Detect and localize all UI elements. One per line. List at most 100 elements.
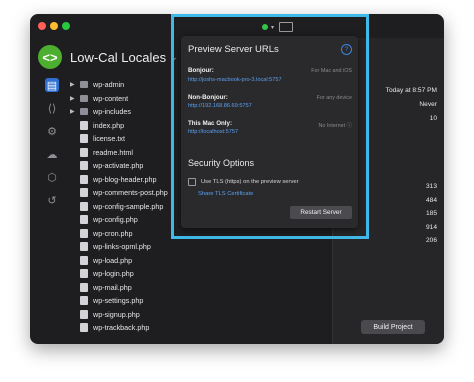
file-name: wp-admin — [93, 80, 125, 89]
file-row[interactable]: wp-comments-post.php — [70, 186, 168, 199]
inspector-stat-value: 185 — [425, 210, 437, 217]
file-row[interactable]: wp-settings.php — [70, 294, 143, 307]
file-row[interactable]: wp-config-sample.php — [70, 200, 163, 213]
files-icon[interactable]: ▤ — [45, 78, 59, 92]
inspector-stat-value: 484 — [425, 196, 437, 204]
bonjour-note: For Mac and iOS — [311, 68, 352, 74]
file-name: wp-content — [93, 93, 129, 103]
non-bonjour-note: For any device — [316, 95, 352, 101]
file-row[interactable]: readme.html — [70, 146, 133, 159]
file-row[interactable]: wp-blog-header.php — [70, 173, 157, 186]
zoom-window-button[interactable] — [62, 22, 70, 30]
file-icon — [80, 296, 88, 305]
file-row[interactable]: wp-activate.php — [70, 159, 143, 172]
file-name: wp-load.php — [93, 255, 133, 265]
file-icon — [80, 161, 88, 170]
file-icon — [80, 120, 88, 130]
file-name: wp-comments-post.php — [93, 188, 168, 197]
server-status-icon — [262, 24, 268, 30]
share-tls-certificate-link[interactable]: Share TLS Certificate — [198, 191, 253, 197]
file-name: readme.html — [93, 147, 133, 157]
file-icon — [80, 201, 88, 211]
project-switcher[interactable]: <> Low-Cal Locales ⌄ — [38, 42, 178, 72]
inspector-value: Today at 8:57 PM — [385, 87, 437, 94]
minimize-window-button[interactable] — [50, 22, 58, 30]
file-icon — [80, 134, 88, 143]
file-row[interactable]: ▶ wp-includes — [70, 105, 131, 118]
file-name: wp-mail.php — [93, 282, 132, 292]
history-icon[interactable]: ↺ — [45, 193, 59, 207]
preview-server-popover: Preview Server URLs ? Bonjour: For Mac a… — [181, 36, 358, 228]
file-name: wp-settings.php — [93, 296, 144, 305]
tls-checkbox[interactable] — [188, 178, 196, 186]
file-icon — [80, 242, 88, 251]
popover-title: Preview Server URLs — [188, 44, 279, 55]
localhost-url-link[interactable]: http://localhost:5757 — [188, 129, 238, 135]
file-row[interactable]: ▶ wp-admin — [70, 78, 124, 91]
close-window-button[interactable] — [38, 22, 46, 30]
inspector-stat-value: 206 — [425, 237, 437, 244]
security-options-title: Security Options — [188, 158, 255, 168]
toolbar-server-controls[interactable]: ▾ — [262, 22, 294, 32]
bonjour-url-link[interactable]: http://joshs-macbook-pro-3.local:5757 — [188, 77, 282, 83]
inspector-value: 10 — [429, 115, 437, 122]
file-row[interactable]: wp-login.php — [70, 267, 134, 280]
file-name: wp-cron.php — [93, 228, 133, 238]
file-name: wp-links-opml.php — [93, 242, 151, 251]
chevron-down-icon: ▾ — [271, 24, 275, 31]
file-row[interactable]: license.txt — [70, 132, 125, 145]
file-icon — [80, 282, 88, 292]
file-row[interactable]: wp-cron.php — [70, 227, 133, 240]
file-row[interactable]: wp-load.php — [70, 254, 132, 267]
disclosure-triangle-icon[interactable]: ▶ — [70, 95, 80, 102]
file-icon — [80, 228, 88, 238]
help-icon[interactable]: ? — [341, 44, 352, 55]
file-icon — [80, 174, 88, 184]
file-name: wp-includes — [93, 107, 131, 116]
file-row[interactable]: wp-trackback.php — [70, 321, 149, 334]
folder-icon — [80, 81, 88, 88]
this-mac-note: No Internet ⓘ — [318, 123, 352, 129]
inspector-stat-value: 914 — [425, 223, 437, 231]
file-name: index.php — [93, 120, 125, 130]
disclosure-triangle-icon[interactable]: ▶ — [70, 108, 80, 115]
file-icon — [80, 323, 88, 332]
build-project-button[interactable]: Build Project — [361, 320, 425, 334]
project-name: Low-Cal Locales — [70, 49, 167, 65]
file-icon — [80, 255, 88, 265]
file-row[interactable]: ▶ wp-content — [70, 92, 128, 105]
file-row[interactable]: wp-signup.php — [70, 308, 140, 321]
file-row[interactable]: wp-config.php — [70, 213, 138, 226]
this-mac-label: This Mac Only: — [188, 120, 233, 127]
cloud-icon[interactable]: ☁ — [45, 147, 59, 161]
file-row[interactable]: wp-mail.php — [70, 281, 132, 294]
disclosure-triangle-icon[interactable]: ▶ — [70, 81, 80, 88]
file-name: wp-config.php — [93, 215, 138, 224]
file-name: wp-login.php — [93, 269, 134, 278]
file-name: wp-trackback.php — [93, 323, 150, 332]
file-name: wp-blog-header.php — [93, 174, 157, 184]
file-row[interactable]: index.php — [70, 119, 124, 132]
folder-icon — [80, 94, 88, 102]
file-name: license.txt — [93, 134, 125, 143]
file-name: wp-config-sample.php — [93, 201, 164, 211]
box-icon[interactable]: ⬡ — [45, 170, 59, 184]
file-icon — [80, 215, 88, 224]
tls-option[interactable]: Use TLS (https) on the preview server — [188, 178, 299, 186]
settings-icon[interactable]: ⚙ — [45, 124, 59, 138]
inspector-stat-value: 313 — [425, 183, 437, 190]
file-row[interactable]: wp-links-opml.php — [70, 240, 151, 253]
file-icon — [80, 147, 88, 157]
sidebar: ▤ ⟨⟩ ⚙ ☁ ⬡ ↺ — [42, 78, 62, 216]
folder-icon — [80, 108, 88, 115]
non-bonjour-url-link[interactable]: http://192.168.86.69:5757 — [188, 103, 252, 109]
file-icon — [80, 309, 88, 319]
project-logo-icon: <> — [38, 45, 62, 69]
preview-monitor-icon[interactable] — [279, 22, 294, 32]
code-icon[interactable]: ⟨⟩ — [45, 101, 59, 115]
bonjour-label: Bonjour: — [188, 67, 214, 74]
file-icon — [80, 188, 88, 197]
file-name: wp-activate.php — [93, 161, 144, 170]
file-name: wp-signup.php — [93, 309, 140, 319]
restart-server-button[interactable]: Restart Server — [290, 206, 352, 219]
